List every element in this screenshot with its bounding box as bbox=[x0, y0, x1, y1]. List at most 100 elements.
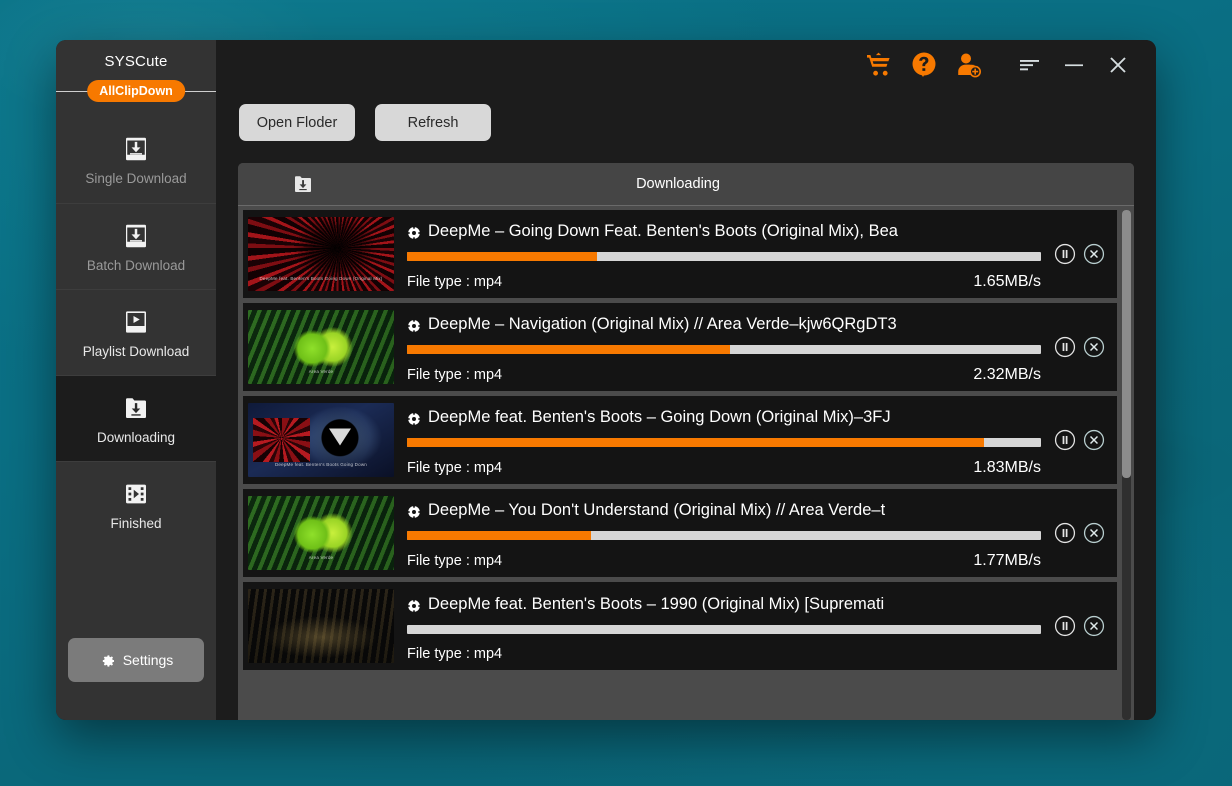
gear-icon bbox=[407, 410, 421, 426]
playlist-play-icon bbox=[121, 307, 151, 337]
open-folder-button[interactable]: Open Floder bbox=[239, 104, 355, 141]
settings-button[interactable]: Settings bbox=[68, 638, 204, 682]
row-title-text: DeepMe – Going Down Feat. Benten's Boots… bbox=[428, 221, 898, 240]
row-body: DeepMe feat. Benten's Boots – Going Down… bbox=[407, 403, 1041, 477]
table-row[interactable]: DeepMe feat. Benten's Boots Going Down D… bbox=[243, 396, 1117, 484]
gear-icon bbox=[407, 224, 421, 240]
progress-fill bbox=[407, 344, 731, 354]
cancel-button[interactable] bbox=[1083, 615, 1105, 637]
row-body: DeepMe – You Don't Understand (Original … bbox=[407, 496, 1041, 570]
row-meta: File type : mp4 1.65MB/s bbox=[407, 273, 1041, 291]
file-type-label: File type : mp4 bbox=[407, 366, 503, 383]
gear-icon bbox=[99, 652, 116, 669]
progress-fill bbox=[407, 530, 591, 540]
user-add-icon[interactable] bbox=[946, 45, 990, 85]
file-type-label: File type : mp4 bbox=[407, 273, 503, 290]
thumbnail bbox=[248, 589, 394, 663]
file-type-label: File type : mp4 bbox=[407, 645, 503, 662]
row-title-text: DeepMe – Navigation (Original Mix) // Ar… bbox=[428, 314, 897, 333]
download-speed: 1.77MB/s bbox=[973, 551, 1041, 569]
sidebar-item-label: Downloading bbox=[96, 429, 176, 445]
pause-button[interactable] bbox=[1054, 336, 1076, 358]
brand-title: SYSCute bbox=[104, 53, 168, 70]
row-body: DeepMe – Going Down Feat. Benten's Boots… bbox=[407, 217, 1041, 291]
download-box-icon bbox=[121, 221, 151, 251]
thumbnail: Area Verde bbox=[248, 310, 394, 384]
thumbnail: DeepMe feat. Benten's Boots Going Down bbox=[248, 403, 394, 477]
row-body: DeepMe feat. Benten's Boots – 1990 (Orig… bbox=[407, 589, 1041, 663]
pause-button[interactable] bbox=[1054, 522, 1076, 544]
pause-button[interactable] bbox=[1054, 243, 1076, 265]
thumbnail-caption: DeepMe feat. Benten's Boots Going Down bbox=[274, 462, 367, 467]
sidebar-item-label: Finished bbox=[110, 515, 162, 531]
row-meta: File type : mp4 1.77MB/s bbox=[407, 552, 1041, 570]
app-window: SYSCute AllClipDown Single Download Batc… bbox=[56, 40, 1156, 720]
progress-bar bbox=[407, 624, 1041, 634]
cancel-button[interactable] bbox=[1083, 243, 1105, 265]
help-icon[interactable] bbox=[902, 45, 946, 85]
cancel-button[interactable] bbox=[1083, 429, 1105, 451]
gear-icon bbox=[407, 597, 421, 613]
list-body: DeepMe feat. Benten's Boots Going Down (… bbox=[238, 206, 1134, 720]
thumbnail: DeepMe feat. Benten's Boots Going Down (… bbox=[248, 217, 394, 291]
progress-bar bbox=[407, 344, 1041, 354]
download-box-icon bbox=[121, 134, 151, 164]
cancel-button[interactable] bbox=[1083, 336, 1105, 358]
row-title-text: DeepMe feat. Benten's Boots – Going Down… bbox=[428, 407, 891, 426]
pause-button[interactable] bbox=[1054, 429, 1076, 451]
progress-bar bbox=[407, 437, 1041, 447]
table-row[interactable]: Area Verde DeepMe – You Don't Understand… bbox=[243, 489, 1117, 577]
sidebar-item-label: Playlist Download bbox=[82, 343, 190, 359]
sidebar-item-finished[interactable]: Finished bbox=[56, 461, 216, 547]
file-type-label: File type : mp4 bbox=[407, 459, 503, 476]
brand-badge: AllClipDown bbox=[87, 80, 185, 102]
pause-button[interactable] bbox=[1054, 615, 1076, 637]
cart-icon[interactable] bbox=[858, 45, 902, 85]
minimize-icon[interactable] bbox=[1052, 45, 1096, 85]
cancel-button[interactable] bbox=[1083, 522, 1105, 544]
thumbnail-caption: DeepMe feat. Benten's Boots Going Down (… bbox=[259, 276, 383, 281]
toolbar: Open Floder Refresh bbox=[216, 90, 1156, 141]
sidebar-nav: Single Download Batch Download Playlist … bbox=[56, 117, 216, 547]
list-header: Downloading bbox=[238, 163, 1134, 206]
main-area: Open Floder Refresh Downloading DeepMe f… bbox=[216, 40, 1156, 720]
sidebar-item-single-download[interactable]: Single Download bbox=[56, 117, 216, 203]
thumbnail-caption: Area Verde bbox=[308, 555, 334, 560]
progress-fill bbox=[407, 251, 598, 261]
gear-icon bbox=[407, 317, 421, 333]
row-actions bbox=[1041, 243, 1117, 265]
row-title-text: DeepMe feat. Benten's Boots – 1990 (Orig… bbox=[428, 594, 885, 613]
row-title: DeepMe – Navigation (Original Mix) // Ar… bbox=[407, 313, 1041, 335]
row-actions bbox=[1041, 615, 1117, 637]
download-speed: 2.32MB/s bbox=[973, 365, 1041, 383]
download-folder-icon bbox=[291, 172, 315, 201]
progress-fill bbox=[407, 437, 984, 447]
row-actions bbox=[1041, 522, 1117, 544]
sidebar-item-playlist-download[interactable]: Playlist Download bbox=[56, 289, 216, 375]
download-speed: 1.83MB/s bbox=[973, 458, 1041, 476]
sidebar-item-downloading[interactable]: Downloading bbox=[56, 375, 216, 461]
sidebar-item-label: Batch Download bbox=[86, 257, 186, 273]
row-title: DeepMe – Going Down Feat. Benten's Boots… bbox=[407, 220, 1041, 242]
thumbnail-caption: Area Verde bbox=[308, 369, 334, 374]
row-title: DeepMe – You Don't Understand (Original … bbox=[407, 499, 1041, 521]
progress-bar bbox=[407, 530, 1041, 540]
table-row[interactable]: DeepMe feat. Benten's Boots Going Down (… bbox=[243, 210, 1117, 298]
row-meta: File type : mp4 2.32MB/s bbox=[407, 366, 1041, 384]
menu-icon[interactable] bbox=[1008, 45, 1052, 85]
thumbnail: Area Verde bbox=[248, 496, 394, 570]
row-meta: File type : mp4 1.83MB/s bbox=[407, 459, 1041, 477]
row-title-text: DeepMe – You Don't Understand (Original … bbox=[428, 500, 886, 519]
close-icon[interactable] bbox=[1096, 45, 1140, 85]
table-row[interactable]: DeepMe feat. Benten's Boots – 1990 (Orig… bbox=[243, 582, 1117, 670]
sidebar-item-label: Single Download bbox=[85, 171, 187, 186]
sidebar: SYSCute AllClipDown Single Download Batc… bbox=[56, 40, 216, 720]
sidebar-item-batch-download[interactable]: Batch Download bbox=[56, 203, 216, 289]
row-title: DeepMe feat. Benten's Boots – Going Down… bbox=[407, 406, 1041, 428]
table-row[interactable]: Area Verde DeepMe – Navigation (Original… bbox=[243, 303, 1117, 391]
download-folder-icon bbox=[121, 393, 151, 423]
progress-bar bbox=[407, 251, 1041, 261]
refresh-button[interactable]: Refresh bbox=[375, 104, 491, 141]
gear-icon bbox=[407, 503, 421, 519]
scrollbar-thumb[interactable] bbox=[1122, 210, 1131, 478]
